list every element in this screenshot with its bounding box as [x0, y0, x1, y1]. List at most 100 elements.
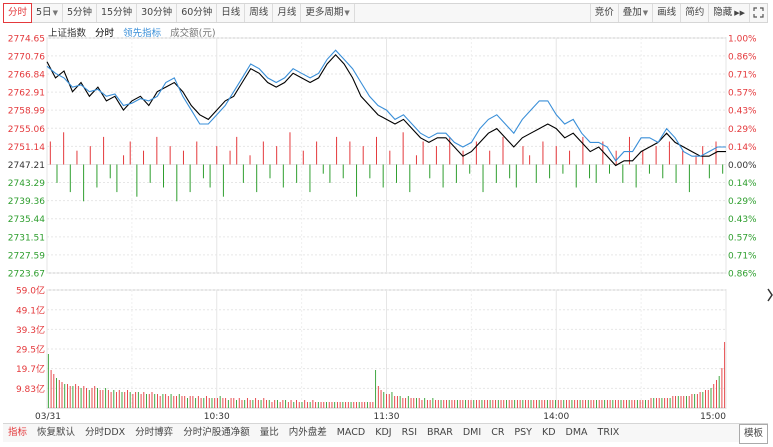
- volume-tick-label: 39.3亿: [16, 324, 45, 336]
- time-tick-label: 10:30: [204, 412, 230, 422]
- indicator-tabs: 指标 恢复默认 分时DDX 分时博弈 分时沪股通净额 量比 内外盘差 MACD KDJ RSI BR…: [3, 424, 624, 442]
- toolbar-action-label: 简约: [685, 7, 705, 18]
- time-tick-label: 11:30: [374, 412, 400, 422]
- indicator-tab[interactable]: PSY: [509, 424, 537, 442]
- indicator-tab[interactable]: MACD: [332, 424, 370, 442]
- indicator-tab[interactable]: 分时博弈: [130, 424, 178, 442]
- period-tab-label: 15分钟: [101, 7, 133, 18]
- period-tab-label: 周线: [249, 7, 269, 18]
- price-tick-label: 2731.51: [8, 233, 45, 243]
- percent-tick-label: 0.43%: [728, 107, 757, 117]
- indicator-tab[interactable]: 指标: [3, 424, 32, 442]
- chart-area[interactable]: 2774.65 1.00% 2770.76 0.86% 2766.84 0.71% 2762…: [0, 24, 773, 423]
- indicator-tab[interactable]: KD: [537, 424, 561, 442]
- period-tab[interactable]: 60分钟: [177, 4, 218, 22]
- price-tick-label: 2735.44: [8, 215, 45, 225]
- indicator-tab[interactable]: KDJ: [370, 424, 396, 442]
- percent-tick-label: 0.14%: [728, 179, 757, 189]
- toolbar-action[interactable]: 简约: [680, 4, 708, 22]
- intraday-chart[interactable]: 2774.65 1.00% 2770.76 0.86% 2766.84 0.71% 2762…: [0, 24, 773, 423]
- period-tabs: 分时 5日▼ 5分钟 15分钟 30分钟 60分钟 日线 周线 月线 更多周期▼: [3, 3, 355, 23]
- indicator-tab[interactable]: 分时DDX: [80, 424, 130, 442]
- price-tick-label: 2766.84: [8, 71, 45, 81]
- toolbar-action[interactable]: 隐藏 ▶▶: [708, 4, 749, 22]
- indicator-tab[interactable]: 量比: [255, 424, 284, 442]
- indicator-bar: 指标 恢复默认 分时DDX 分时博弈 分时沪股通净额 量比 内外盘差 MACD KDJ RSI BR…: [3, 423, 768, 444]
- period-tab-label: 分时: [8, 7, 28, 18]
- volume-tick-label: 29.5亿: [16, 344, 45, 356]
- period-tab-label: 日线: [221, 7, 241, 18]
- toolbar-action-label: 竞价: [594, 7, 614, 18]
- indicator-tab[interactable]: RSI: [397, 424, 422, 442]
- period-tab[interactable]: 30分钟: [137, 4, 178, 22]
- indicator-tab[interactable]: CR: [486, 424, 509, 442]
- price-tick-label: 2739.36: [8, 197, 45, 207]
- indicator-tab[interactable]: TRIX: [593, 424, 625, 442]
- indicator-tab[interactable]: 恢复默认: [32, 424, 80, 442]
- indicator-spacer: [624, 424, 739, 442]
- toolbar-action[interactable]: 竞价: [589, 4, 618, 22]
- toolbar-action[interactable]: 叠加▼: [617, 4, 652, 22]
- period-tab[interactable]: 周线: [245, 4, 274, 22]
- fullscreen-icon[interactable]: [749, 4, 767, 22]
- volume-tick-label: 9.83亿: [16, 383, 45, 395]
- time-tick-label: 15:00: [700, 412, 726, 422]
- period-tab-label: 更多周期: [305, 7, 344, 18]
- percent-tick-label: 0.00%: [728, 161, 757, 171]
- indicator-tab[interactable]: 内外盘差: [284, 424, 332, 442]
- volume-tick-label: 19.7亿: [16, 363, 45, 375]
- percent-tick-label: 0.43%: [728, 215, 757, 225]
- percent-tick-label: 0.29%: [728, 197, 757, 207]
- percent-tick-label: 0.71%: [728, 71, 757, 81]
- period-tab-label: 5日: [36, 7, 52, 18]
- toolbar-action[interactable]: 画线: [652, 4, 680, 22]
- percent-tick-label: 0.29%: [728, 125, 757, 135]
- toolbar-actions: 竞价 叠加▼ 画线 简约 隐藏 ▶▶: [589, 4, 749, 22]
- price-tick-label: 2743.29: [8, 179, 45, 189]
- stock-chart-app: 分时 5日▼ 5分钟 15分钟 30分钟 60分钟 日线 周线 月线 更多周期▼ 竞价 叠加▼ 画线简…: [0, 0, 773, 447]
- legend-mode: 分时: [95, 28, 115, 39]
- toolbar-action-label: 画线: [657, 7, 677, 18]
- indicator-tab[interactable]: 分时沪股通净额: [178, 424, 255, 442]
- percent-tick-label: 0.57%: [728, 89, 757, 99]
- price-tick-label: 2723.67: [8, 270, 45, 280]
- price-tick-label: 2774.65: [8, 35, 45, 45]
- period-tab[interactable]: 更多周期▼: [301, 4, 355, 22]
- price-tick-label: 2751.14: [8, 143, 45, 153]
- price-tick-label: 2758.99: [8, 107, 45, 117]
- percent-tick-label: 0.57%: [728, 233, 757, 243]
- period-tab[interactable]: 分时: [3, 3, 33, 23]
- chart-legend: 上证指数 分时 领先指标 成交额(元): [48, 25, 222, 39]
- price-tick-label: 2770.76: [8, 52, 45, 62]
- legend-index-name: 上证指数: [48, 28, 87, 39]
- percent-tick-label: 0.14%: [728, 143, 757, 153]
- period-toolbar: 分时 5日▼ 5分钟 15分钟 30分钟 60分钟 日线 周线 月线 更多周期▼ 竞价 叠加▼ 画线简…: [3, 3, 768, 23]
- time-tick-label: 14:00: [543, 412, 569, 422]
- chevron-down-icon: ▼: [642, 9, 649, 17]
- chevron-down-icon: ▼: [344, 9, 350, 17]
- toolbar-action-label: 叠加: [622, 7, 642, 18]
- period-tab[interactable]: 15分钟: [97, 4, 138, 22]
- percent-tick-label: 1.00%: [728, 35, 757, 45]
- legend-lead-indicator: 领先指标: [123, 28, 162, 39]
- percent-tick-label: 0.86%: [728, 270, 757, 280]
- price-tick-label: 2727.59: [8, 251, 45, 261]
- collapse-handle-icon[interactable]: [767, 285, 773, 305]
- percent-tick-label: 0.86%: [728, 52, 757, 62]
- period-tab[interactable]: 日线: [217, 4, 246, 22]
- time-tick-label: 03/31: [35, 412, 61, 422]
- period-tab[interactable]: 5分钟: [63, 4, 97, 22]
- period-tab[interactable]: 月线: [273, 4, 302, 22]
- period-tab-label: 60分钟: [181, 7, 213, 18]
- indicator-tab[interactable]: BRAR: [422, 424, 458, 442]
- percent-tick-label: 0.71%: [728, 251, 757, 261]
- price-tick-label: 2755.06: [8, 125, 45, 135]
- indicator-tab[interactable]: DMI: [458, 424, 486, 442]
- template-button[interactable]: 模板: [738, 424, 768, 444]
- period-tab[interactable]: 5日▼: [32, 4, 63, 22]
- price-tick-label: 2762.91: [8, 89, 45, 99]
- indicator-tab[interactable]: DMA: [561, 424, 593, 442]
- toolbar-action-label: 隐藏: [713, 7, 733, 18]
- period-tab-label: 30分钟: [141, 7, 173, 18]
